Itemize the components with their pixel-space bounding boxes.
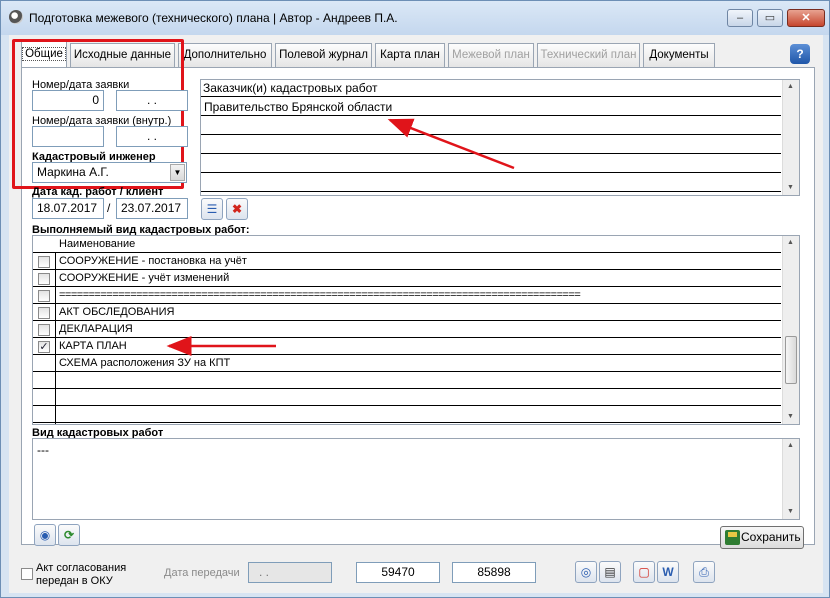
grid-line [33, 320, 781, 321]
tab-field-journal[interactable]: Полевой журнал [275, 43, 372, 67]
tab-documents[interactable]: Документы [643, 43, 715, 67]
work-type-memo[interactable]: --- ▲ ▼ [32, 438, 800, 520]
date-separator: / [107, 201, 111, 215]
tab-map-plan[interactable]: Карта план [375, 43, 445, 67]
grid-line [33, 388, 781, 389]
grid-line [201, 134, 781, 135]
memo-scrollbar[interactable]: ▲ ▼ [782, 439, 799, 519]
scroll-up-icon[interactable]: ▲ [787, 83, 794, 90]
work-row-5[interactable]: ДЕКЛАРАЦИЯ [59, 323, 133, 335]
engineer-select-value: Маркина А.Г. [37, 165, 109, 179]
scroll-down-icon[interactable]: ▼ [787, 184, 794, 191]
grid-line [201, 191, 781, 192]
work-row-4[interactable]: АКТ ОБСЛЕДОВАНИЯ [59, 306, 174, 318]
save-icon [725, 530, 740, 545]
internal-date-input[interactable]: . . [116, 126, 188, 147]
dates-label: Дата кад. работ / клиент [32, 186, 164, 198]
help-button[interactable]: ? [790, 44, 810, 64]
transfer-date-label: Дата передачи [164, 567, 240, 579]
app-icon [9, 10, 23, 24]
edit-list-icon[interactable]: ☰ [201, 198, 223, 220]
window-title: Подготовка межевого (технического) плана… [29, 11, 398, 25]
grid-line [33, 354, 781, 355]
tab-boundary-plan[interactable]: Межевой план [448, 43, 534, 67]
row-checkbox[interactable] [38, 307, 50, 319]
transfer-date-input[interactable]: . . [248, 562, 332, 583]
row-checkbox[interactable] [38, 273, 50, 285]
grid-line [33, 303, 781, 304]
work-row-7[interactable]: СХЕМА расположения ЗУ на КПТ [59, 357, 230, 369]
grid-line [33, 269, 781, 270]
disc-icon[interactable]: ◎ [575, 561, 597, 583]
minimize-button[interactable]: – [727, 9, 753, 27]
title-bar[interactable]: Подготовка межевого (технического) плана… [1, 1, 829, 35]
customers-scrollbar[interactable]: ▲ ▼ [782, 80, 799, 195]
internal-number-input[interactable] [32, 126, 104, 147]
request-date-input[interactable]: . . [116, 90, 188, 111]
work-row-6[interactable]: КАРТА ПЛАН [59, 340, 127, 352]
grid-line [201, 153, 781, 154]
grid-line [33, 252, 781, 253]
work-date-input[interactable]: 18.07.2017 [32, 198, 104, 219]
refresh-icon[interactable]: ⟳ [58, 524, 80, 546]
grid-line [33, 286, 781, 287]
main-window: Подготовка межевого (технического) плана… [0, 0, 830, 598]
works-column-header: Наименование [59, 238, 136, 250]
works-scrollbar[interactable]: ▲ ▼ [782, 236, 799, 424]
grid-line [201, 96, 781, 97]
work-row-3[interactable]: ========================================… [59, 289, 779, 301]
work-row-2[interactable]: СООРУЖЕНИЕ - учёт изменений [59, 272, 229, 284]
engineer-select[interactable]: Маркина А.Г. ▼ [32, 162, 187, 183]
act-label-line1: Акт согласования [36, 562, 127, 574]
grid-line [33, 371, 781, 372]
customers-header: Заказчик(и) кадастровых работ [203, 81, 378, 95]
document-icon[interactable]: ▤ [599, 561, 621, 583]
row-checkbox[interactable] [38, 290, 50, 302]
customer-row-1[interactable]: Правительство Брянской области [204, 100, 392, 114]
red-square-icon[interactable]: ▢ [633, 561, 655, 583]
act-checkbox[interactable] [21, 568, 33, 580]
close-button[interactable]: ✕ [787, 9, 825, 27]
chevron-down-icon[interactable]: ▼ [170, 164, 185, 181]
grid-line [55, 252, 56, 424]
client-date-input[interactable]: 23.07.2017 [116, 198, 188, 219]
save-button[interactable]: Сохранить [720, 526, 804, 549]
grid-line [33, 405, 781, 406]
maximize-button[interactable]: ▭ [757, 9, 783, 27]
grid-line [201, 172, 781, 173]
scroll-thumb[interactable] [785, 336, 797, 384]
printer-icon[interactable]: ⎙ [693, 561, 715, 583]
value-a-field: 59470 [356, 562, 440, 583]
disc-icon[interactable]: ◉ [34, 524, 56, 546]
row-checkbox[interactable] [38, 256, 50, 268]
customers-grid[interactable]: Заказчик(и) кадастровых работ Правительс… [200, 79, 800, 196]
works-grid[interactable]: Наименование СООРУЖЕНИЕ - постановка на … [32, 235, 800, 425]
work-row-1[interactable]: СООРУЖЕНИЕ - постановка на учёт [59, 255, 247, 267]
scroll-down-icon[interactable]: ▼ [787, 508, 794, 515]
scroll-down-icon[interactable]: ▼ [787, 413, 794, 420]
grid-line [201, 115, 781, 116]
row-checkbox[interactable] [38, 324, 50, 336]
scroll-up-icon[interactable]: ▲ [787, 442, 794, 449]
save-button-label: Сохранить [741, 530, 801, 544]
act-label-line2: передан в ОКУ [36, 575, 113, 587]
grid-line [33, 337, 781, 338]
tab-technical-plan[interactable]: Технический план [537, 43, 640, 67]
request-number-input[interactable]: 0 [32, 90, 104, 111]
word-document-icon[interactable]: W [657, 561, 679, 583]
work-type-value: --- [37, 443, 49, 457]
tab-additional[interactable]: Дополнительно [178, 43, 272, 67]
scroll-up-icon[interactable]: ▲ [787, 239, 794, 246]
grid-line [33, 422, 781, 423]
row-checkbox-checked[interactable]: ✓ [38, 341, 50, 353]
value-b-field: 85898 [452, 562, 536, 583]
delete-icon[interactable]: ✖ [226, 198, 248, 220]
